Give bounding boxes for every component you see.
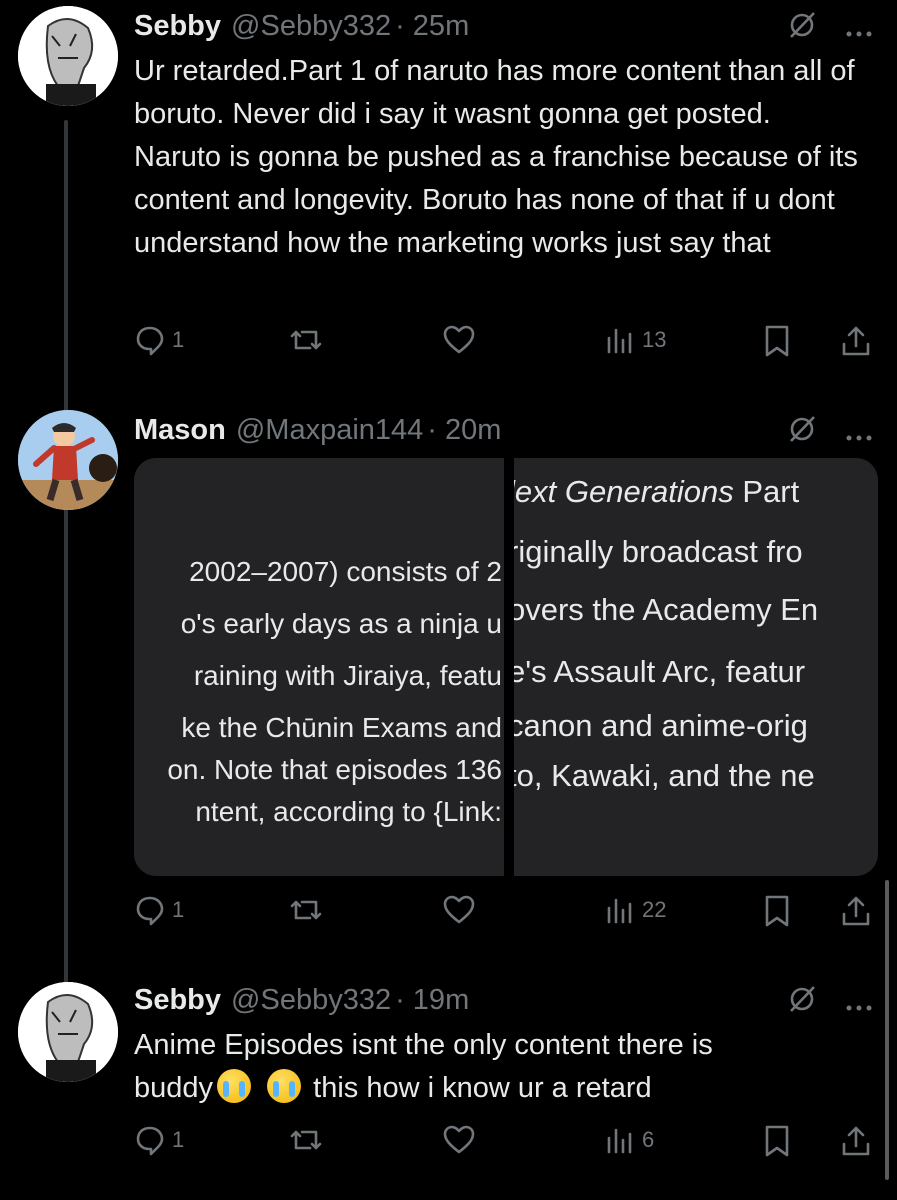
media-text: Part: [733, 474, 800, 509]
views-button[interactable]: 13: [604, 324, 666, 356]
more-options-icon[interactable]: [845, 417, 873, 450]
heart-icon: [442, 324, 476, 356]
tweet-text-line: buddy this how i know ur a retard: [134, 1067, 864, 1110]
avatar[interactable]: [18, 410, 118, 510]
share-icon: [840, 1124, 872, 1158]
tweet-actions: 1 22: [134, 894, 874, 934]
retweet-icon: [288, 324, 324, 356]
scrollbar[interactable]: [885, 880, 889, 1180]
like-button[interactable]: [442, 1124, 476, 1156]
share-icon: [840, 894, 872, 928]
retweet-icon: [288, 1124, 324, 1156]
views-count: 13: [642, 327, 667, 352]
media-italic-text: lext Generations: [514, 474, 734, 509]
bookmark-icon: [762, 1124, 792, 1158]
tweet-actions: 1 6: [134, 1124, 874, 1164]
like-button[interactable]: [442, 894, 476, 926]
more-options-icon[interactable]: [845, 13, 873, 46]
views-icon: [604, 894, 636, 926]
share-button[interactable]: [840, 894, 872, 928]
media-text-line: e's Assault Arc, featur: [514, 654, 806, 689]
retweet-icon: [288, 894, 324, 926]
reply-button[interactable]: 1: [134, 324, 184, 356]
display-name[interactable]: Sebby: [134, 10, 221, 43]
media-text-line: overs the Academy En: [514, 592, 819, 627]
tweet-text-segment: buddy: [134, 1072, 214, 1104]
media-text-line: canon and anime-orig: [514, 708, 808, 743]
views-count: 22: [642, 897, 667, 922]
media-text-line: ke the Chūnin Exams and: [181, 712, 502, 743]
views-count: 6: [642, 1127, 655, 1152]
avatar[interactable]: [18, 982, 118, 1082]
media-text-line: lext Generations Part: [514, 474, 799, 510]
heart-icon: [442, 1124, 476, 1156]
views-button[interactable]: 6: [604, 1124, 654, 1156]
bookmark-button[interactable]: [762, 324, 792, 358]
timestamp[interactable]: · 25m: [395, 10, 469, 43]
reply-count: 1: [172, 1127, 185, 1152]
share-button[interactable]: [840, 1124, 872, 1158]
tweet-text: Anime Episodes isnt the only content the…: [134, 1024, 864, 1110]
tweet-text-segment: this how i know ur a retard: [313, 1072, 652, 1104]
media-text-line: to, Kawaki, and the ne: [514, 758, 815, 793]
views-button[interactable]: 22: [604, 894, 666, 926]
retweet-button[interactable]: [288, 324, 324, 356]
user-handle[interactable]: @Sebby332: [231, 10, 391, 43]
tweet-header: Sebby @Sebby332 · 25m: [134, 6, 873, 46]
tweet-header: Sebby @Sebby332 · 19m: [134, 980, 873, 1020]
media-text-line: raining with Jiraiya, featu: [193, 660, 502, 691]
more-options-icon[interactable]: [845, 987, 873, 1020]
media-text-line: on. Note that episodes 136: [167, 754, 502, 785]
media-image-left[interactable]: 2002–2007) consists of 2 o's early days …: [134, 458, 504, 876]
heart-icon: [442, 894, 476, 926]
bookmark-button[interactable]: [762, 1124, 792, 1158]
bookmark-icon: [762, 324, 792, 358]
loudly-crying-face-icon: [267, 1069, 302, 1103]
share-button[interactable]: [840, 324, 872, 358]
timestamp[interactable]: · 20m: [427, 414, 501, 447]
reply-count: 1: [172, 327, 185, 352]
retweet-button[interactable]: [288, 1124, 324, 1156]
like-button[interactable]: [442, 324, 476, 356]
retweet-button[interactable]: [288, 894, 324, 926]
bookmark-button[interactable]: [762, 894, 792, 928]
reply-icon: [134, 324, 166, 356]
tweet-text: Ur retarded.Part 1 of naruto has more co…: [134, 55, 858, 259]
media-text-line: ntent, according to {Link:: [195, 796, 502, 827]
reply-icon: [134, 894, 166, 926]
reply-count: 1: [172, 897, 185, 922]
media-text-line: o's early days as a ninja u: [180, 608, 502, 639]
views-icon: [604, 1124, 636, 1156]
grok-icon[interactable]: [787, 414, 817, 452]
tweet-1[interactable]: Sebby @Sebby332 · 25m Ur retarded.Part 1…: [0, 0, 897, 380]
user-handle[interactable]: @Sebby332: [231, 984, 391, 1017]
loudly-crying-face-icon: [217, 1069, 252, 1103]
reply-button[interactable]: 1: [134, 894, 184, 926]
tweet-3[interactable]: Sebby @Sebby332 · 19m Anime Episodes isn…: [0, 978, 897, 1200]
reply-icon: [134, 1124, 166, 1156]
grok-icon[interactable]: [787, 10, 817, 48]
share-icon: [840, 324, 872, 358]
tweet-text-line: Anime Episodes isnt the only content the…: [134, 1029, 713, 1061]
tweet-header: Mason @Maxpain144 · 20m: [134, 410, 873, 450]
reply-button[interactable]: 1: [134, 1124, 184, 1156]
user-handle[interactable]: @Maxpain144: [236, 414, 423, 447]
media-divider: [504, 458, 514, 876]
display-name[interactable]: Mason: [134, 414, 226, 447]
media-attachment[interactable]: 2002–2007) consists of 2 o's early days …: [134, 458, 878, 876]
display-name[interactable]: Sebby: [134, 984, 221, 1017]
timestamp[interactable]: · 19m: [395, 984, 469, 1017]
views-icon: [604, 324, 636, 356]
media-text-line: 2002–2007) consists of 2: [189, 556, 502, 587]
media-image-right[interactable]: lext Generations Part riginally broadcas…: [514, 458, 878, 876]
grok-icon[interactable]: [787, 984, 817, 1022]
media-text-line: riginally broadcast fro: [514, 534, 803, 569]
bookmark-icon: [762, 894, 792, 928]
avatar[interactable]: [18, 6, 118, 106]
tweet-actions: 1 13: [134, 324, 874, 364]
